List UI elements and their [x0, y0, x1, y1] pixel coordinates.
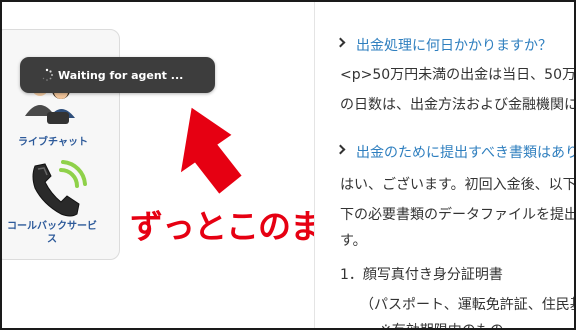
screenshot-frame: ライブチャット コールバックサービス Waiting for agent ... — [0, 0, 576, 330]
faq-answer-line: 1．顔写真付き身分証明書 — [340, 267, 503, 283]
left-content-area: ライブチャット コールバックサービス Waiting for agent ... — [2, 2, 387, 328]
chevron-right-icon — [335, 37, 346, 48]
faq-answer-line: （パスポート、運転免許証、住民基本台帳 — [360, 297, 574, 313]
faq-answer-line: す。 — [340, 233, 367, 249]
faq-answer-line: はい、ございます。初回入金後、以下の — [340, 177, 574, 193]
faq-answer-line: <p>50万円未満の出金は当日、50万円以上 — [340, 67, 574, 83]
spinner-icon — [42, 68, 53, 81]
callback-service-label[interactable]: コールバックサービス — [7, 220, 97, 246]
faq-answer-line: ※有効期限内のもの — [380, 320, 504, 328]
chat-waiting-toast: Waiting for agent ... — [20, 57, 215, 93]
live-chat-label[interactable]: ライブチャット — [13, 133, 93, 148]
red-arrow-up-left-icon — [180, 107, 242, 194]
faq-question-text[interactable]: 出金のために提出すべき書類はありますか — [356, 142, 574, 162]
waiting-status-text: Waiting for agent ... — [58, 68, 184, 82]
faq-question-text[interactable]: 出金処理に何日かかりますか？ — [356, 35, 552, 55]
faq-content: 出金処理に何日かかりますか？ <p>50万円未満の出金は当日、50万円以上 の日… — [315, 2, 574, 328]
phone-ringing-icon[interactable] — [21, 158, 95, 218]
faq-answer-line: 下の必要書類のデータファイルを提出して — [340, 207, 574, 223]
chevron-right-icon — [335, 144, 346, 155]
faq-answer-line: の日数は、出金方法および金融機関によ — [340, 97, 574, 113]
